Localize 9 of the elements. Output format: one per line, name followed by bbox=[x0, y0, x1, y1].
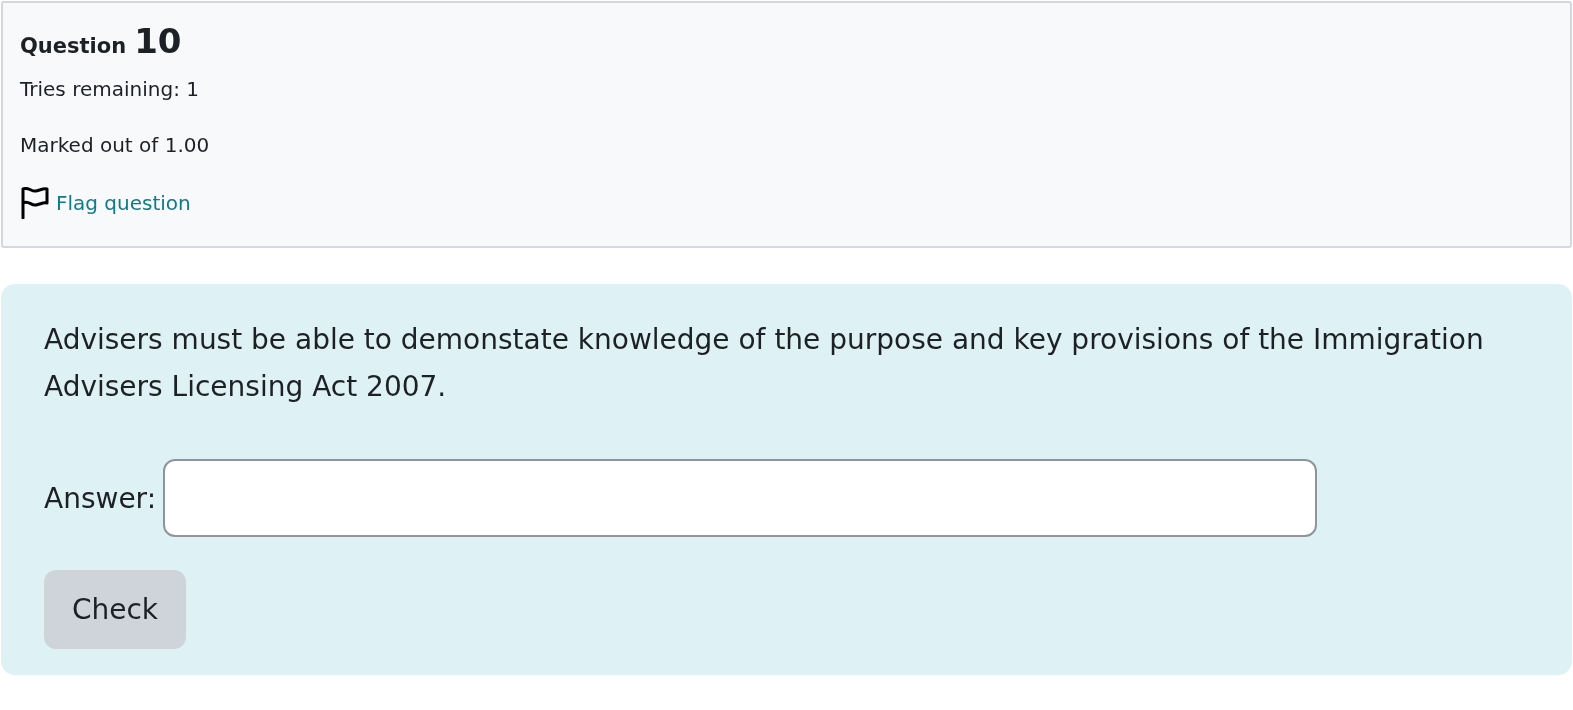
check-button[interactable]: Check bbox=[44, 570, 186, 649]
flag-question-link[interactable]: Flag question bbox=[20, 187, 191, 219]
info-text: Marked out of 1.00 bbox=[20, 132, 210, 159]
question-text: Advisers must be able to demonstate knowledge of the purpose and key provisions of the Immigration Advisers Licensing Act 2007. bbox=[44, 322, 1485, 405]
question-number: 10 bbox=[134, 21, 182, 61]
answer-label: Answer: bbox=[44, 481, 157, 515]
answer-field[interactable] bbox=[163, 459, 1318, 537]
info-text: Tries remaining: 1 bbox=[20, 76, 199, 103]
question-label: Question bbox=[20, 34, 127, 58]
